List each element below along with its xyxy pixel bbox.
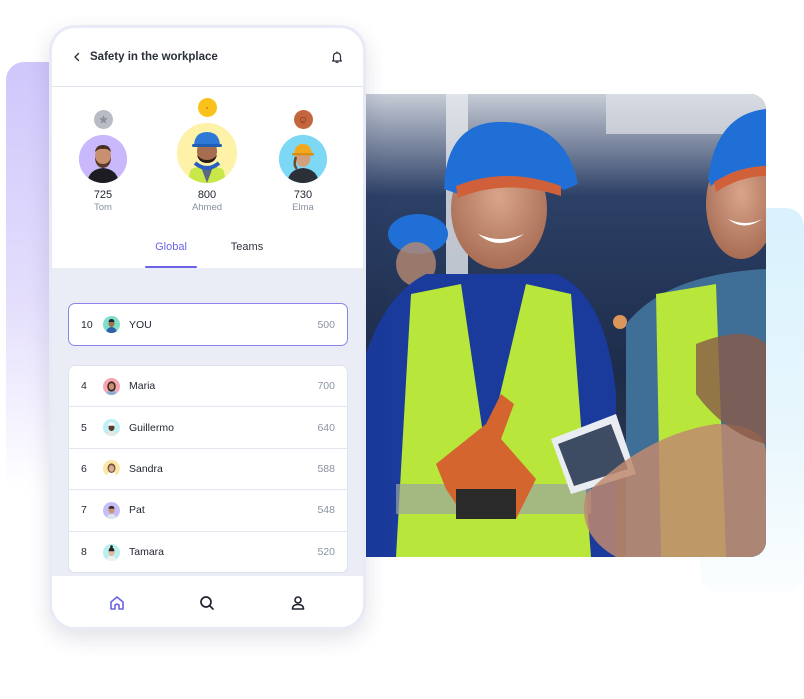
tab-label: Teams bbox=[230, 241, 264, 253]
user-points: 520 bbox=[317, 546, 335, 559]
leaderboard-table: 4 Maria 700 5 Guillermo 640 6 Sandra 588… bbox=[68, 365, 348, 573]
avatar bbox=[103, 501, 120, 519]
bronze-medal-icon bbox=[293, 110, 313, 129]
user-name: Guillermo bbox=[129, 421, 174, 434]
page-title: Safety in the workplace bbox=[90, 51, 218, 63]
user-name: Sandra bbox=[129, 462, 163, 475]
avatar bbox=[177, 123, 237, 183]
profile-icon[interactable] bbox=[286, 591, 310, 615]
rank-number: 10 bbox=[81, 318, 93, 331]
avatar bbox=[103, 316, 120, 333]
table-row[interactable]: 7 Pat 548 bbox=[69, 490, 347, 532]
user-points: 640 bbox=[317, 421, 335, 434]
avatar bbox=[279, 135, 327, 183]
home-icon[interactable] bbox=[105, 591, 129, 615]
tab-label: Global bbox=[155, 241, 187, 253]
avatar bbox=[103, 460, 120, 478]
user-points: 548 bbox=[317, 504, 335, 517]
podium-second-place[interactable]: 725 Tom bbox=[78, 110, 128, 213]
app-header: Safety in the workplace bbox=[52, 28, 363, 87]
user-name: Tamara bbox=[129, 546, 165, 559]
table-row[interactable]: 8 Tamara 520 bbox=[69, 532, 347, 572]
top-three-podium: 725 Tom 800 Ahmed 730 Elma bbox=[52, 96, 363, 221]
table-row[interactable]: 4 Maria 700 bbox=[69, 366, 347, 408]
user-name: YOU bbox=[129, 318, 152, 331]
rank-number: 5 bbox=[81, 421, 87, 434]
search-icon[interactable] bbox=[195, 591, 219, 615]
chevron-left-icon[interactable] bbox=[70, 50, 84, 64]
podium-score: 730 bbox=[293, 189, 313, 201]
current-user-row[interactable]: 10 YOU 500 bbox=[68, 303, 348, 346]
rank-number: 7 bbox=[81, 504, 87, 517]
leaderboard-list-area: 10 YOU 500 4 Maria 700 5 Guillermo 640 6… bbox=[52, 268, 363, 576]
avatar bbox=[103, 377, 120, 395]
bottom-navigation bbox=[52, 576, 363, 627]
user-name: Maria bbox=[129, 380, 156, 393]
tab-global[interactable]: Global bbox=[145, 235, 197, 268]
table-row[interactable]: 6 Sandra 588 bbox=[69, 449, 347, 491]
podium-third-place[interactable]: 730 Elma bbox=[278, 110, 328, 213]
leaderboard-tabs: Global Teams bbox=[52, 235, 363, 268]
podium-score: 725 bbox=[93, 189, 113, 201]
bell-icon[interactable] bbox=[329, 49, 345, 65]
rank-number: 6 bbox=[81, 462, 87, 475]
podium-name: Ahmed bbox=[191, 202, 223, 213]
podium-first-place[interactable]: 800 Ahmed bbox=[176, 98, 238, 213]
avatar bbox=[103, 419, 120, 437]
workers-in-hard-hats-photo bbox=[366, 94, 766, 557]
podium-score: 800 bbox=[197, 189, 217, 201]
silver-medal-icon bbox=[93, 110, 113, 129]
podium-name: Elma bbox=[292, 202, 314, 213]
avatar bbox=[79, 135, 127, 183]
tab-teams[interactable]: Teams bbox=[222, 235, 272, 268]
avatar bbox=[103, 543, 120, 561]
user-name: Pat bbox=[129, 504, 145, 517]
table-row[interactable]: 5 Guillermo 640 bbox=[69, 407, 347, 449]
user-points: 700 bbox=[317, 380, 335, 393]
user-points: 500 bbox=[317, 318, 335, 331]
podium-name: Tom bbox=[94, 202, 112, 213]
rank-number: 4 bbox=[81, 380, 87, 393]
rank-number: 8 bbox=[81, 546, 87, 559]
gold-medal-icon bbox=[197, 98, 217, 117]
user-points: 588 bbox=[317, 462, 335, 475]
phone-mockup: Safety in the workplace 725 Tom 800 Ahme… bbox=[49, 25, 366, 630]
